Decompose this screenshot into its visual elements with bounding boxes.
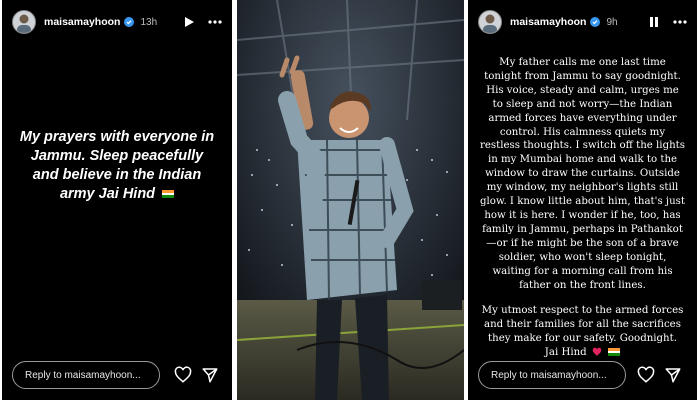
story-header: maisamayhoon 13h [12,10,222,34]
story-message: My father calls me one last time tonight… [480,56,685,360]
story-paragraph-1: My father calls me one last time tonight… [480,57,685,291]
stage-photo-illustration [237,0,464,400]
avatar[interactable] [12,10,36,34]
reply-placeholder: Reply to maisamayhoon... [491,369,607,381]
heart-icon[interactable] [637,366,655,384]
story-message-text: My prayers with everyone in Jammu. Sleep… [19,129,215,202]
more-icon[interactable] [673,15,687,29]
post-time: 13h [140,16,158,28]
avatar[interactable] [478,10,502,34]
story-paragraph-2: My utmost respect to the armed forces an… [480,304,685,360]
reply-input[interactable]: Reply to maisamayhoon... [478,361,626,389]
story-left-panel: maisamayhoon 13h My prayers with everyon… [2,0,232,400]
story-right-panel: maisamayhoon 9h My father calls me one l… [468,0,697,400]
username[interactable]: maisamayhoon [510,16,586,28]
heart-icon[interactable] [174,366,192,384]
story-header: maisamayhoon 9h [478,10,687,34]
reply-placeholder: Reply to maisamayhoon... [25,369,141,381]
play-icon[interactable] [182,15,196,29]
username[interactable]: maisamayhoon [44,16,120,28]
send-icon[interactable] [201,366,219,384]
pause-icon[interactable] [647,15,661,29]
verified-badge-icon [124,17,135,27]
india-flag-icon [162,190,175,199]
performer-photo [237,0,464,400]
story-message: My prayers with everyone in Jammu. Sleep… [16,128,218,204]
red-heart-icon [592,347,602,356]
send-icon[interactable] [664,366,682,384]
verified-badge-icon [590,17,601,27]
story-paragraph-2-text: My utmost respect to the armed forces an… [481,305,684,359]
more-icon[interactable] [208,15,222,29]
reply-input[interactable]: Reply to maisamayhoon... [12,361,160,389]
india-flag-icon [608,348,621,357]
post-time: 9h [606,16,618,28]
